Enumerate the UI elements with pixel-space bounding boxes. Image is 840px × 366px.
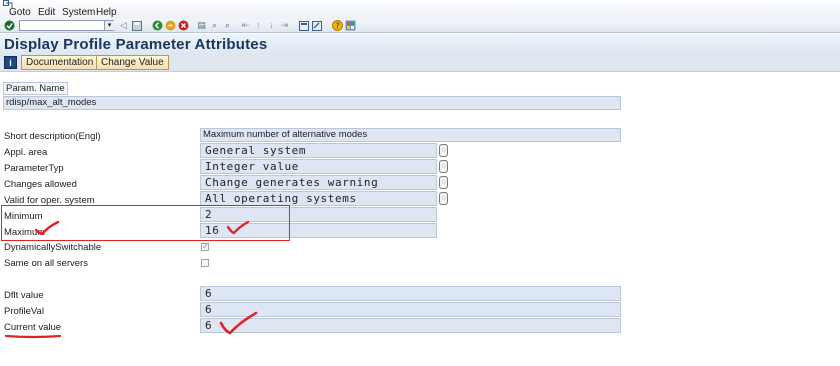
menu-system[interactable]: System bbox=[62, 7, 95, 18]
changes-allowed-f4-help-icon[interactable]: ◌ bbox=[439, 176, 448, 189]
minimum-field: 2 bbox=[200, 207, 437, 222]
previous-page-icon[interactable]: ↑ bbox=[253, 20, 264, 31]
shortcut-icon[interactable] bbox=[311, 20, 322, 31]
default-value-label: Dflt value bbox=[4, 290, 44, 301]
find-next-icon[interactable]: ⌕ bbox=[222, 20, 233, 31]
info-button[interactable]: i bbox=[4, 56, 17, 69]
menu-help[interactable]: Help bbox=[96, 7, 117, 18]
profile-value-field: 6 bbox=[200, 302, 621, 317]
valid-os-field[interactable]: All operating systems bbox=[200, 191, 437, 206]
command-dropdown-icon[interactable]: ▾ bbox=[104, 20, 114, 31]
same-on-all-servers-checkbox bbox=[201, 259, 209, 267]
appl-area-f4-help-icon[interactable]: ◌ bbox=[439, 144, 448, 157]
current-value-label: Current value bbox=[4, 322, 62, 333]
save-icon[interactable] bbox=[131, 20, 142, 31]
parameter-type-field[interactable]: Integer value bbox=[200, 159, 437, 174]
application-toolbar: i Documentation Change Value bbox=[0, 54, 840, 72]
valid-os-f4-help-icon[interactable]: ◌ bbox=[439, 192, 448, 205]
profile-value-label: ProfileVal bbox=[4, 306, 44, 317]
back-icon[interactable] bbox=[152, 20, 163, 31]
layout-menu-icon[interactable] bbox=[345, 20, 356, 31]
maximum-label: Maximum bbox=[4, 227, 46, 238]
help-icon[interactable]: ? bbox=[332, 20, 343, 31]
short-description-field: Maximum number of alternative modes bbox=[200, 128, 621, 142]
maximum-field: 16 bbox=[200, 223, 437, 238]
separator-icon: ◁ bbox=[120, 20, 127, 30]
parameter-type-f4-help-icon[interactable]: ◌ bbox=[439, 160, 448, 173]
find-icon[interactable]: ⌕ bbox=[209, 20, 220, 31]
annotation-underline-current-value bbox=[4, 334, 62, 339]
menu-bar: Goto Edit System Help bbox=[0, 0, 840, 19]
current-value-field: 6 bbox=[200, 318, 621, 333]
change-value-button[interactable]: Change Value bbox=[96, 55, 169, 70]
same-on-all-servers-label: Same on all servers bbox=[4, 258, 88, 269]
command-field[interactable] bbox=[19, 20, 114, 31]
print-icon[interactable]: ▤ bbox=[196, 20, 207, 31]
appl-area-label: Appl. area bbox=[4, 147, 48, 158]
standard-toolbar: ▾ ◁ ▤ ⌕ ⌕ ⇤ ↑ ↓ ⇥ ? bbox=[0, 19, 840, 33]
default-value-field: 6 bbox=[200, 286, 621, 301]
cancel-icon[interactable] bbox=[178, 20, 189, 31]
next-page-icon[interactable]: ↓ bbox=[266, 20, 277, 31]
enter-check-icon[interactable] bbox=[4, 20, 15, 31]
menu-goto[interactable]: Goto bbox=[9, 7, 31, 18]
dynamically-switchable-label: DynamicallySwitchable bbox=[4, 242, 102, 253]
param-name-label: Param. Name bbox=[3, 82, 68, 95]
svg-text:?: ? bbox=[335, 21, 339, 30]
first-page-icon[interactable]: ⇤ bbox=[240, 20, 251, 31]
dynamically-switchable-checkbox: ✓ bbox=[201, 242, 209, 251]
changes-allowed-label: Changes allowed bbox=[4, 179, 77, 190]
exit-icon[interactable] bbox=[165, 20, 176, 31]
menu-edit[interactable]: Edit bbox=[38, 7, 55, 18]
short-description-label: Short description(Engl) bbox=[4, 131, 101, 142]
parameter-type-label: ParameterTyp bbox=[4, 163, 64, 174]
last-page-icon[interactable]: ⇥ bbox=[279, 20, 290, 31]
param-name-field: rdisp/max_alt_modes bbox=[3, 96, 621, 110]
minimum-label: Minimum bbox=[4, 211, 43, 222]
documentation-button[interactable]: Documentation bbox=[21, 55, 99, 70]
create-session-icon[interactable] bbox=[298, 20, 309, 31]
appl-area-field[interactable]: General system bbox=[200, 143, 437, 158]
title-bar: Display Profile Parameter Attributes bbox=[0, 34, 840, 54]
valid-os-label: Valid for oper. system bbox=[4, 195, 95, 206]
changes-allowed-field[interactable]: Change generates warning bbox=[200, 175, 437, 190]
page-title: Display Profile Parameter Attributes bbox=[4, 36, 268, 53]
